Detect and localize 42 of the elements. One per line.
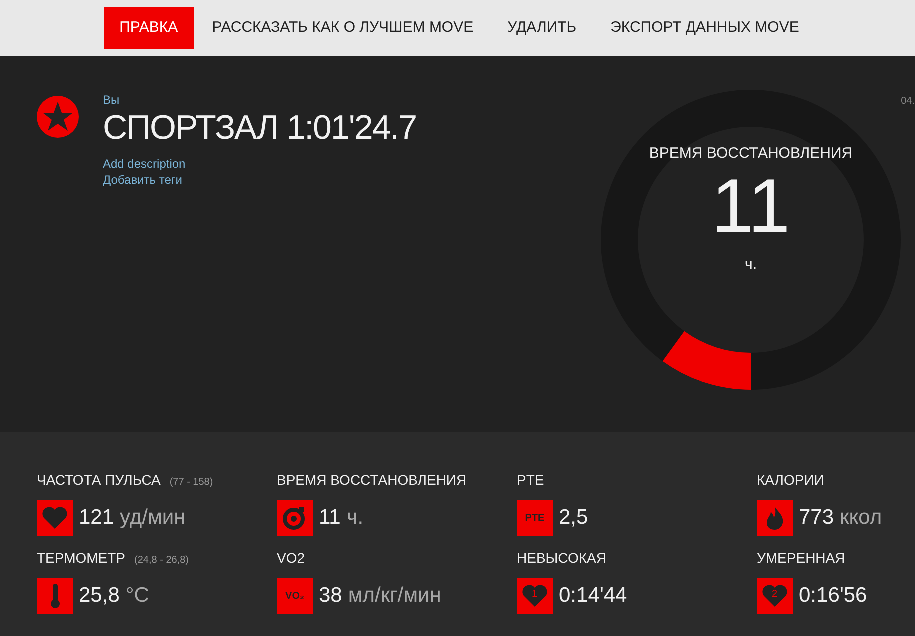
stat-label: ТЕРМОМЕТР	[37, 550, 126, 566]
ring-label: ВРЕМЯ ВОССТАНОВЛЕНИЯ	[649, 145, 853, 162]
stat-label: VO2	[277, 550, 306, 566]
stat-label: ЧАСТОТА ПУЛЬСА	[37, 472, 161, 488]
stat-value: 773	[799, 506, 834, 530]
stat-unit: ч.	[346, 506, 364, 530]
ring-unit: ч.	[745, 256, 757, 273]
activity-title: СПОРТЗАЛ 1:01'24.7	[103, 109, 417, 148]
owner-label: Вы	[103, 93, 121, 107]
stat-range: (77 - 158)	[170, 477, 214, 488]
metric-icon: VO₂	[277, 578, 313, 614]
stat-value: 11	[319, 506, 341, 530]
menu-tab[interactable]: УДАЛИТЬ	[492, 7, 593, 49]
stat-unit: ккол	[840, 506, 882, 530]
header-link[interactable]: Добавить теги	[103, 172, 417, 188]
menu-tab[interactable]: РАССКАЗАТЬ КАК О ЛУЧШЕМ MOVE	[196, 7, 490, 49]
stat-label: НЕВЫСОКАЯ	[517, 550, 606, 566]
flame-icon	[757, 500, 793, 536]
metric-icon: PTE	[517, 500, 553, 536]
zone-number: 1	[532, 589, 538, 600]
stat-value: 0:14'44	[559, 584, 628, 608]
timer-icon	[277, 500, 313, 536]
stat-value: 0:16'56	[799, 584, 868, 608]
zone-number: 2	[772, 589, 778, 600]
menu-tab[interactable]: ЭКСПОРТ ДАННЫХ MOVE	[594, 7, 816, 49]
stat-label: PTE	[517, 472, 544, 488]
menu-tab[interactable]: ПРАВКА	[104, 7, 194, 49]
date-label: 04.	[901, 96, 915, 107]
stat-label: ВРЕМЯ ВОССТАНОВЛЕНИЯ	[277, 472, 467, 488]
stat-range: (24,8 - 26,8)	[134, 555, 189, 566]
stat-value: 25,8	[79, 584, 120, 608]
stat-unit: °C	[126, 584, 150, 608]
stat-label: КАЛОРИИ	[757, 472, 824, 488]
stat-value: 2,5	[559, 506, 588, 530]
stat-unit: уд/мин	[120, 506, 186, 530]
ring-value: 11	[712, 164, 790, 250]
header-link[interactable]: Add description	[103, 156, 417, 172]
stat-value: 121	[79, 506, 114, 530]
stat-value: 38	[319, 584, 342, 608]
stat-label: УМЕРЕННАЯ	[757, 550, 846, 566]
thermometer-icon	[37, 578, 73, 614]
stat-unit: мл/кг/мин	[348, 584, 442, 608]
